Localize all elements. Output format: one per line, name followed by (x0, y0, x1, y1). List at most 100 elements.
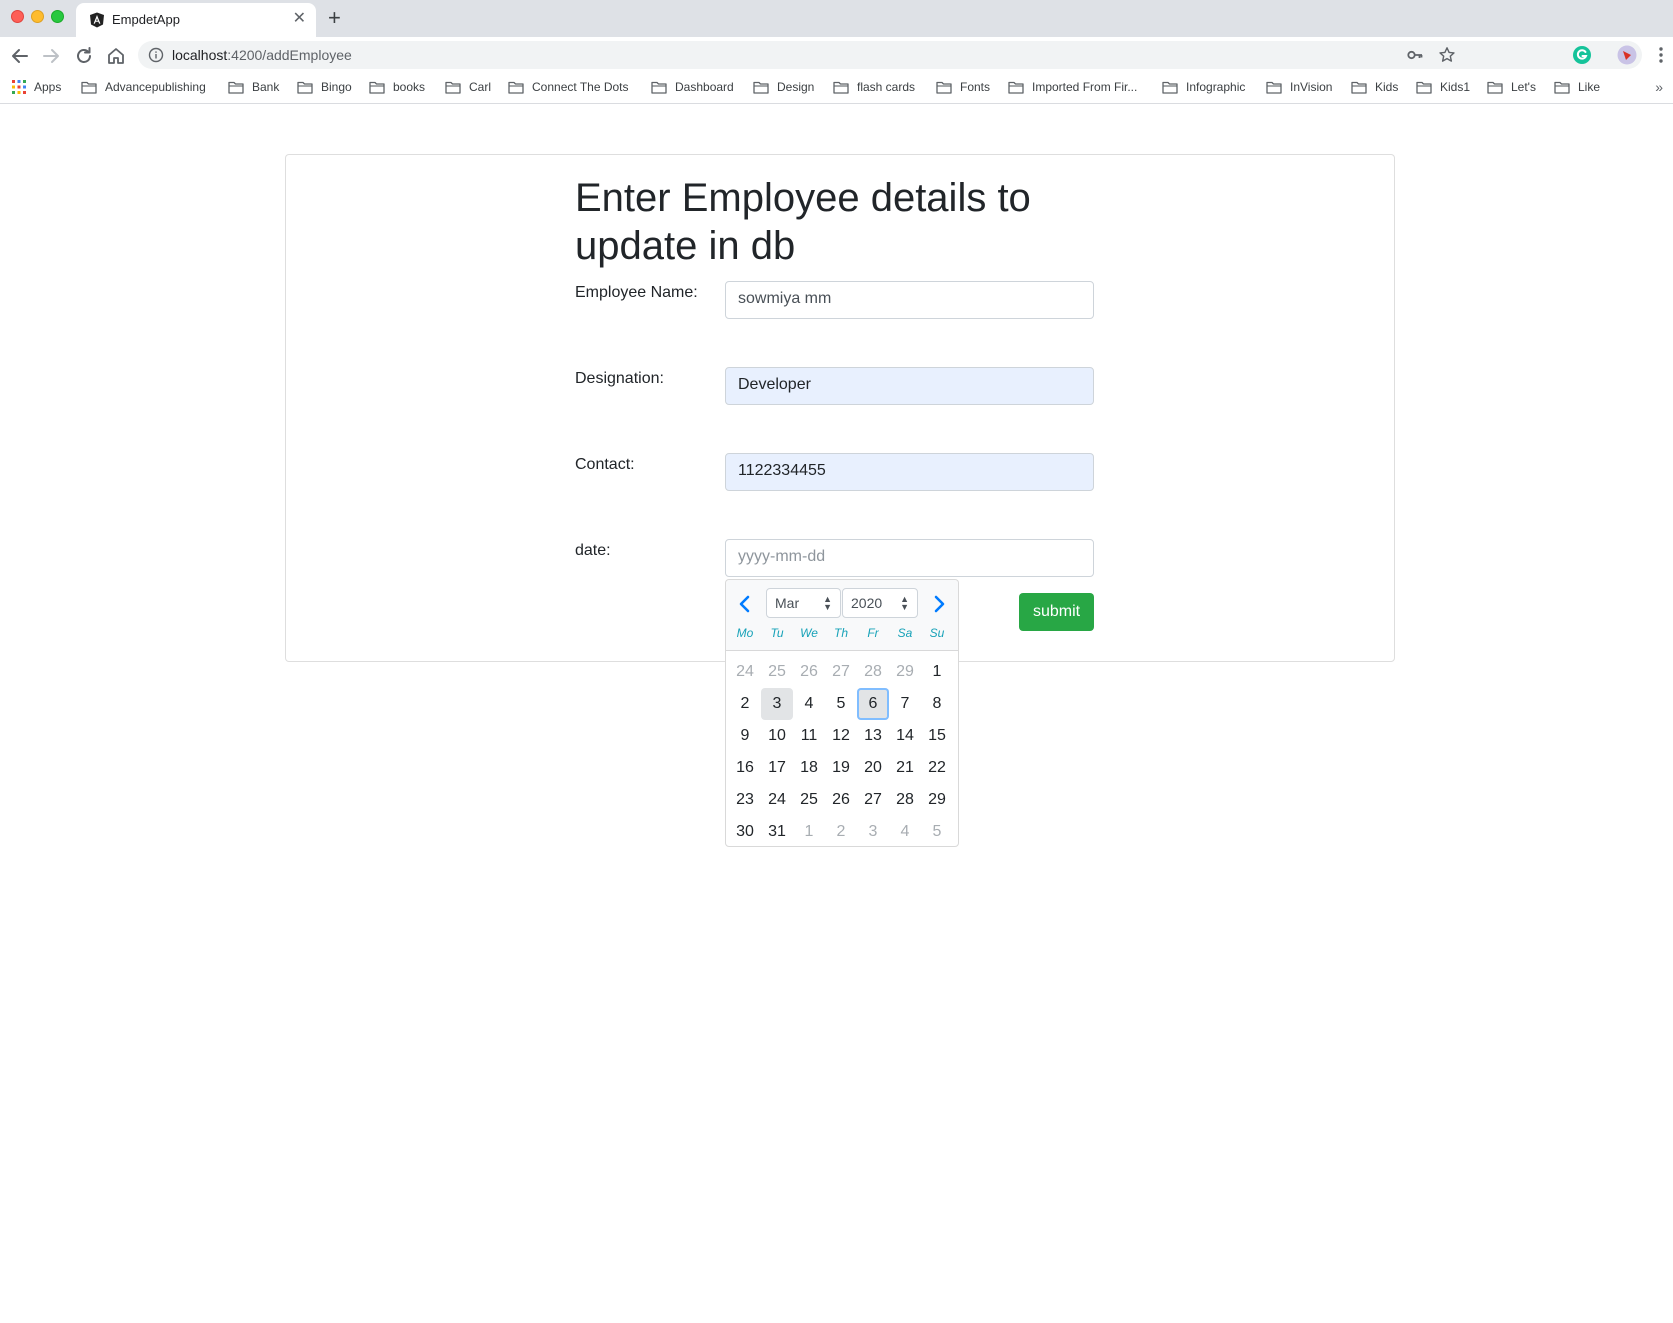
calendar-day[interactable]: 13 (857, 720, 889, 752)
calendar-day[interactable]: 1 (921, 656, 953, 688)
calendar-day[interactable]: 17 (761, 752, 793, 784)
calendar-day[interactable]: 7 (889, 688, 921, 720)
calendar-day[interactable]: 29 (889, 656, 921, 688)
calendar-day[interactable]: 24 (761, 784, 793, 816)
designation-label: Designation: (575, 370, 664, 387)
month-select[interactable]: Mar ▲ ▼ (766, 588, 841, 618)
bookmark-folder[interactable]: Let's (1487, 80, 1536, 94)
calendar-day[interactable]: 25 (761, 656, 793, 688)
calendar-day[interactable]: 8 (921, 688, 953, 720)
profile-avatar-icon[interactable] (1617, 45, 1637, 65)
bookmark-apps[interactable]: Apps (12, 80, 61, 94)
bookmark-folder[interactable]: books (369, 80, 425, 94)
calendar-day[interactable]: 4 (793, 688, 825, 720)
calendar-day[interactable]: 22 (921, 752, 953, 784)
calendar-day[interactable]: 1 (793, 816, 825, 848)
contact-input[interactable]: 1122334455 (725, 453, 1094, 491)
calendar-day[interactable]: 5 (921, 816, 953, 848)
calendar-day[interactable]: 20 (857, 752, 889, 784)
submit-button[interactable]: submit (1019, 593, 1094, 631)
url-path: :4200/addEmployee (227, 47, 352, 63)
calendar-day[interactable]: 30 (729, 816, 761, 848)
calendar-day[interactable]: 3 (857, 816, 889, 848)
calendar-day[interactable]: 6 (857, 688, 889, 720)
calendar-day[interactable]: 26 (793, 656, 825, 688)
grammarly-extension-icon[interactable] (1572, 45, 1592, 65)
calendar-day[interactable]: 5 (825, 688, 857, 720)
designation-input[interactable]: Developer (725, 367, 1094, 405)
calendar-day[interactable]: 2 (825, 816, 857, 848)
calendar-day[interactable]: 28 (889, 784, 921, 816)
more-bookmarks-button[interactable]: » (1655, 79, 1663, 95)
calendar-day[interactable]: 29 (921, 784, 953, 816)
bookmark-folder[interactable]: InVision (1266, 80, 1332, 94)
bookmark-label: Like (1578, 80, 1601, 94)
calendar-day[interactable]: 15 (921, 720, 953, 752)
bookmark-folder[interactable]: flash cards (833, 80, 915, 94)
bookmark-folder[interactable]: Dashboard (651, 80, 734, 94)
folder-icon (228, 81, 244, 94)
url-text[interactable]: localhost:4200/addEmployee (172, 47, 352, 63)
calendar-day[interactable]: 28 (857, 656, 889, 688)
calendar-day[interactable]: 27 (825, 656, 857, 688)
calendar-day[interactable]: 25 (793, 784, 825, 816)
calendar-day[interactable]: 9 (729, 720, 761, 752)
calendar-day[interactable]: 14 (889, 720, 921, 752)
bookmark-folder[interactable]: Infographic (1162, 80, 1245, 94)
calendar-day[interactable]: 27 (857, 784, 889, 816)
calendar-day[interactable]: 10 (761, 720, 793, 752)
site-info-icon[interactable] (148, 47, 164, 63)
maximize-window-button[interactable] (51, 10, 64, 23)
back-arrow-icon[interactable] (9, 45, 31, 67)
employee-name-input[interactable]: sowmiya mm (725, 281, 1094, 319)
calendar-day[interactable]: 31 (761, 816, 793, 848)
calendar-day[interactable]: 18 (793, 752, 825, 784)
bookmark-folder[interactable]: Bank (228, 80, 279, 94)
bookmark-folder[interactable]: Bingo (297, 80, 352, 94)
calendar-day[interactable]: 19 (825, 752, 857, 784)
browser-menu-icon[interactable] (1651, 45, 1671, 65)
reload-icon[interactable] (73, 45, 95, 67)
datepicker-popup: Mar ▲ ▼ 2020 ▲ ▼ Mo Tu We Th Fr Sa Su 24 25 26 27 28… (725, 579, 959, 847)
calendar-day[interactable]: 23 (729, 784, 761, 816)
calendar-day[interactable]: 26 (825, 784, 857, 816)
calendar-day[interactable]: 11 (793, 720, 825, 752)
bookmark-label: Bank (252, 80, 280, 94)
weekday-label: Tu (770, 626, 784, 640)
browser-toolbar: localhost:4200/addEmployee (0, 37, 1673, 73)
bookmark-folder[interactable]: Design (753, 80, 814, 94)
apps-grid-icon (12, 80, 26, 94)
bookmark-folder[interactable]: Kids1 (1416, 80, 1470, 94)
key-icon[interactable] (1406, 46, 1424, 64)
close-window-button[interactable] (11, 10, 24, 23)
bookmark-label: flash cards (857, 80, 916, 94)
address-bar[interactable]: localhost:4200/addEmployee (138, 41, 1642, 69)
calendar-day[interactable]: 3 (761, 688, 793, 720)
calendar-day[interactable]: 12 (825, 720, 857, 752)
minimize-window-button[interactable] (31, 10, 44, 23)
bookmark-star-icon[interactable] (1438, 46, 1456, 64)
next-month-icon[interactable] (930, 594, 948, 614)
home-icon[interactable] (105, 45, 127, 67)
calendar-day[interactable]: 2 (729, 688, 761, 720)
previous-month-icon[interactable] (736, 594, 754, 614)
bookmark-label: Connect The Dots (532, 80, 629, 94)
bookmark-folder[interactable]: Advancepublishing (81, 80, 206, 94)
calendar-day[interactable]: 21 (889, 752, 921, 784)
bookmark-folder[interactable]: Like (1554, 80, 1600, 94)
bookmark-folder[interactable]: Imported From Fir... (1008, 80, 1137, 94)
new-tab-button[interactable]: + (328, 6, 341, 30)
bookmark-folder[interactable]: Fonts (936, 80, 990, 94)
browser-tab[interactable]: EmpdetApp ✕ (76, 3, 316, 37)
year-select[interactable]: 2020 ▲ ▼ (842, 588, 918, 618)
calendar-day[interactable]: 24 (729, 656, 761, 688)
bookmark-folder[interactable]: Connect The Dots (508, 80, 629, 94)
date-input[interactable]: yyyy-mm-dd (725, 539, 1094, 577)
tab-close-icon[interactable]: ✕ (293, 11, 306, 27)
weekday-label: Mo (736, 626, 754, 640)
calendar-day[interactable]: 4 (889, 816, 921, 848)
bookmark-folder[interactable]: Kids (1351, 80, 1398, 94)
calendar-day[interactable]: 16 (729, 752, 761, 784)
forward-arrow-icon[interactable] (40, 45, 62, 67)
bookmark-folder[interactable]: Carl (445, 80, 491, 94)
